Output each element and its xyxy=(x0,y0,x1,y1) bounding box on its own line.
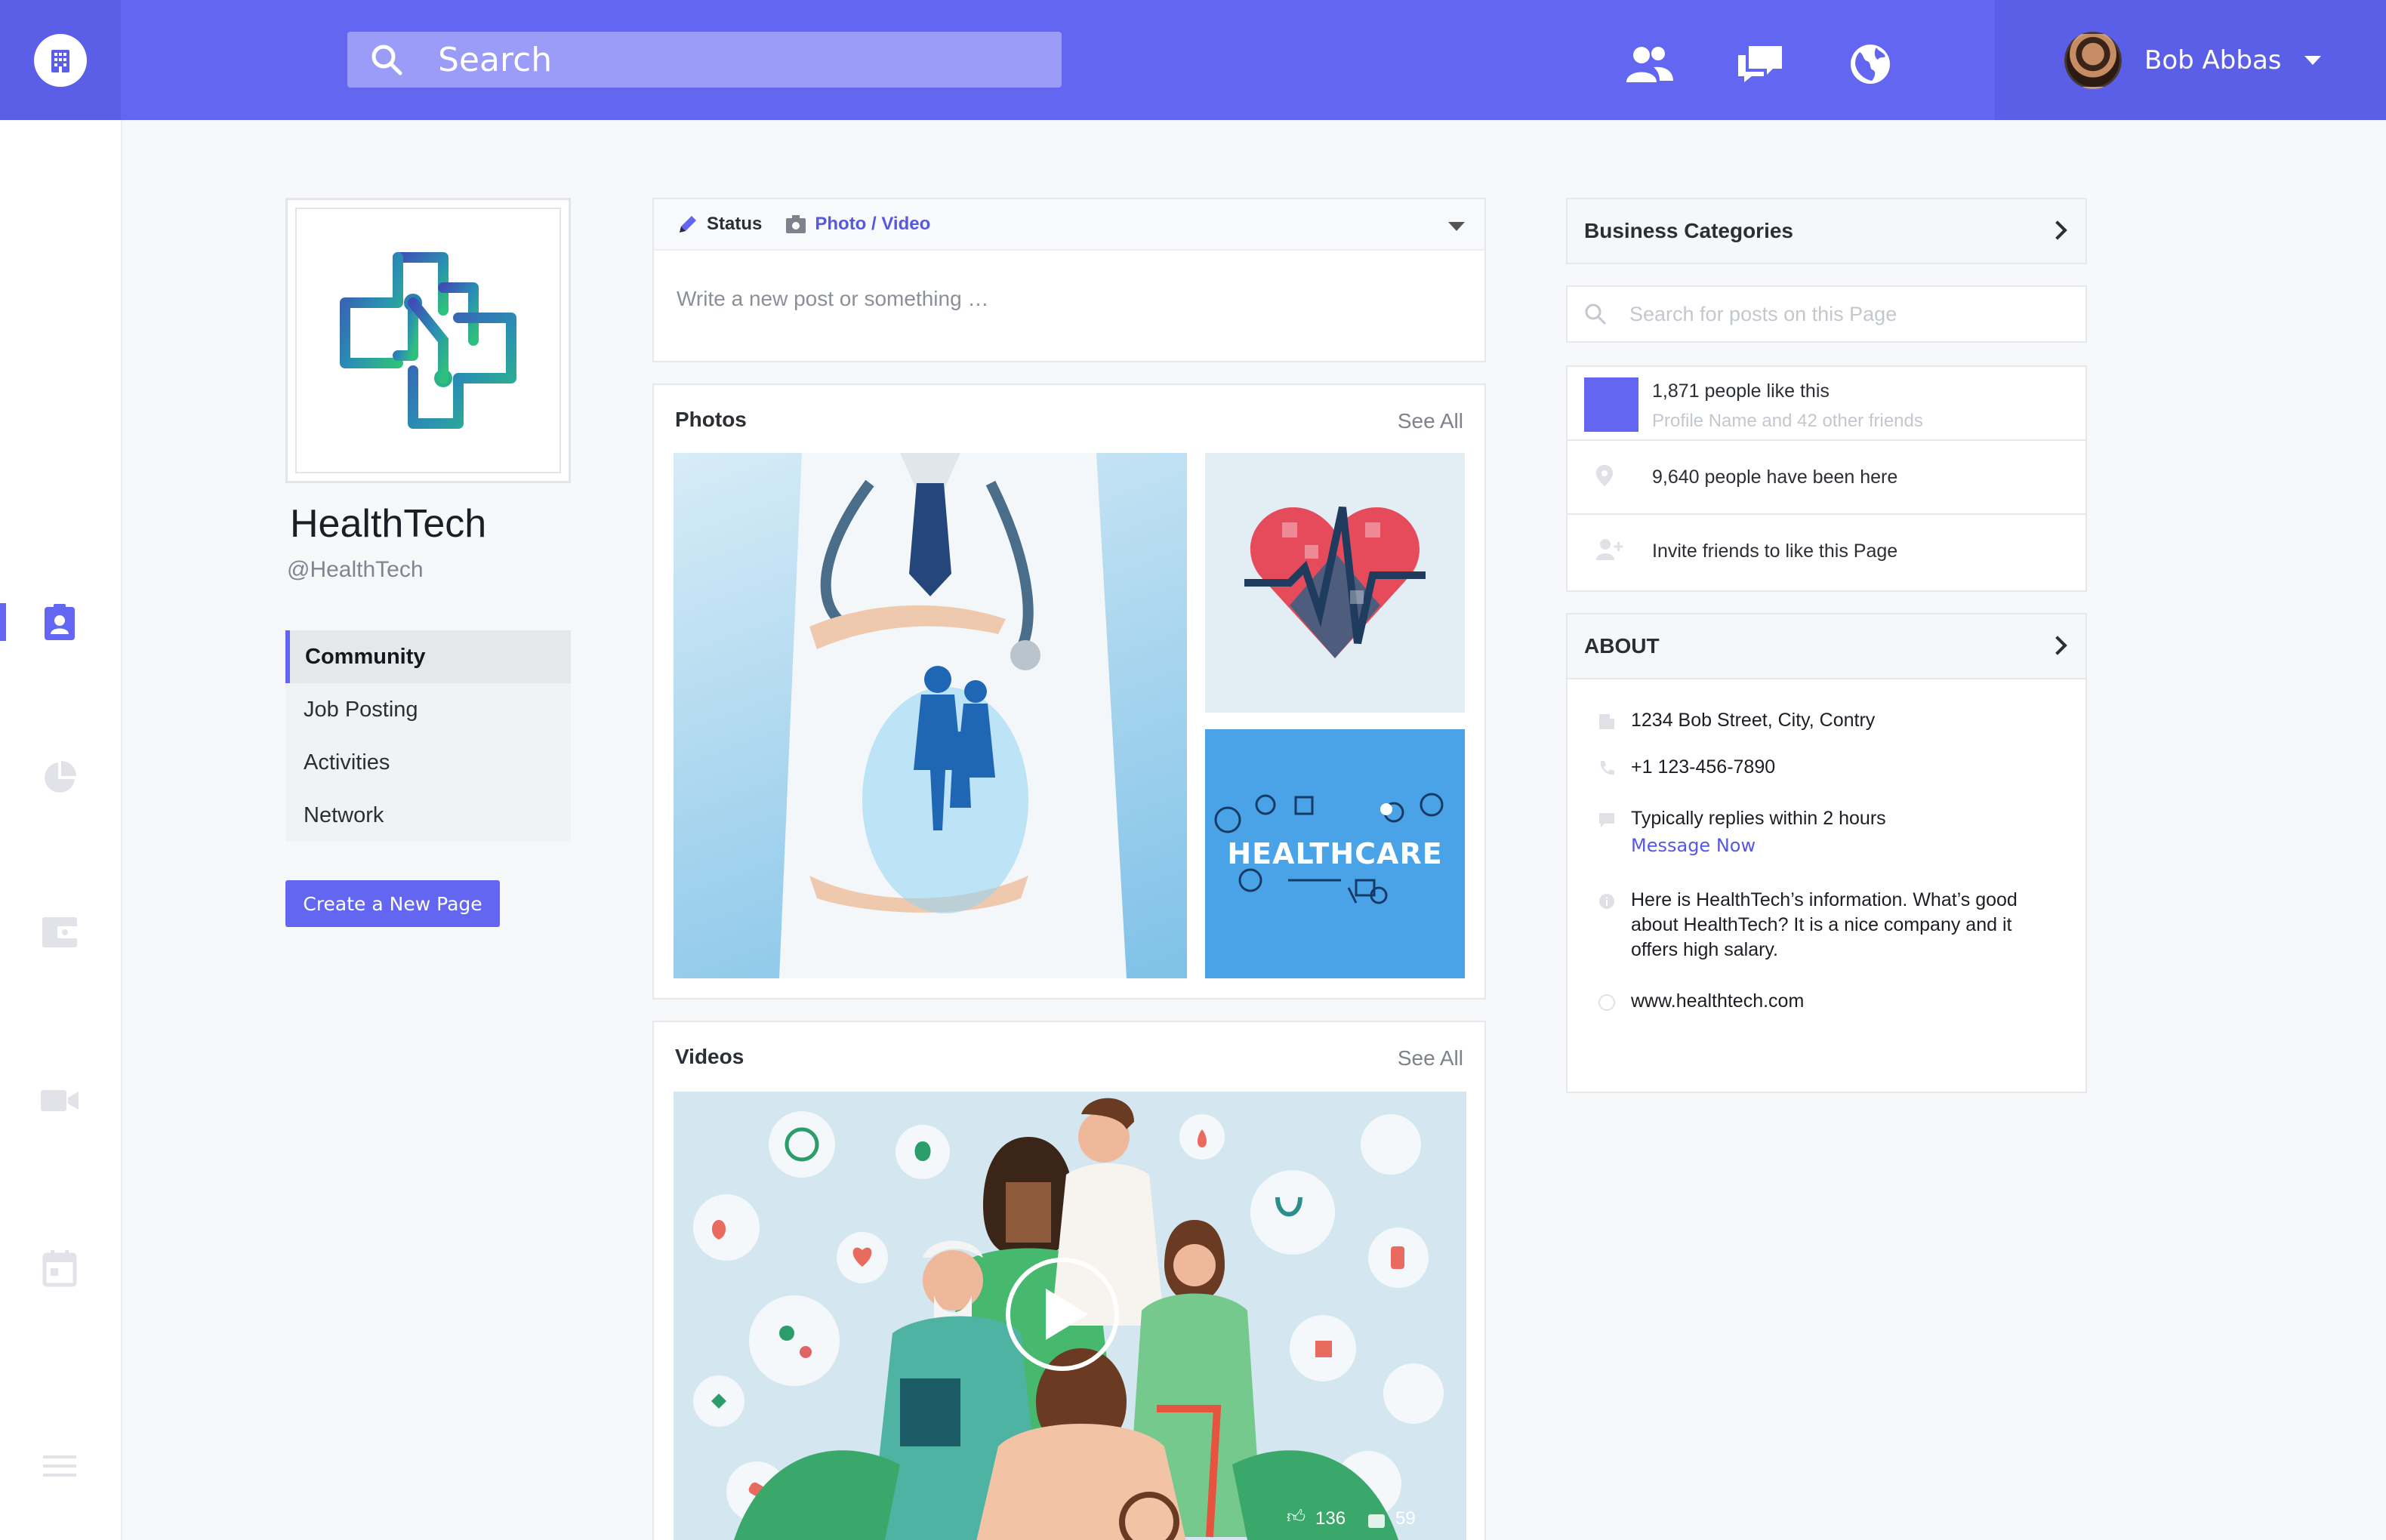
search-icon xyxy=(1585,303,1607,325)
invite-friends-link[interactable]: Invite friends to like this Page xyxy=(1652,541,1897,562)
avatar[interactable] xyxy=(2064,31,2122,89)
pencil-icon xyxy=(680,216,696,233)
menu-icon[interactable] xyxy=(33,1440,86,1492)
photos-see-all-link[interactable]: See All xyxy=(1398,409,1463,433)
page-title: HealthTech xyxy=(290,502,487,546)
location-pin-icon xyxy=(1596,465,1613,486)
phone-icon xyxy=(1600,761,1614,775)
invite-row[interactable]: Invite friends to like this Page xyxy=(1568,515,2085,589)
business-categories-title: Business Categories xyxy=(1584,219,1793,242)
heart-mosaic-photo[interactable] xyxy=(1205,453,1465,713)
reply-time-text: Typically replies within 2 hours xyxy=(1631,808,1886,829)
menu-item-activities[interactable]: Activities xyxy=(285,736,571,789)
videos-see-all-link[interactable]: See All xyxy=(1398,1046,1463,1070)
user-menu[interactable]: Bob Abbas xyxy=(1995,0,2386,120)
post-input[interactable]: Write a new post or something … xyxy=(654,251,1484,311)
user-name[interactable]: Bob Abbas xyxy=(2144,45,2282,75)
wallet-icon[interactable] xyxy=(33,905,86,958)
about-section: ABOUT 1234 Bob Street, City, Contry +1 1… xyxy=(1566,613,2087,1093)
building-icon xyxy=(1599,714,1614,729)
search-bar[interactable]: Search xyxy=(347,32,1062,88)
search-icon xyxy=(371,45,402,75)
left-sidebar xyxy=(0,120,122,1540)
likes-count: 1,871 people like this xyxy=(1652,380,1830,402)
photos-title: Photos xyxy=(675,408,747,431)
messages-icon[interactable] xyxy=(1734,38,1786,91)
menu-item-network[interactable]: Network xyxy=(285,789,571,842)
page-search-field[interactable]: Search for posts on this Page xyxy=(1566,285,2087,343)
active-indicator xyxy=(0,603,6,641)
page-handle: @HealthTech xyxy=(287,557,424,582)
videos-section: Videos See All 👍︎ 136 59 xyxy=(652,1021,1486,1540)
chevron-down-icon[interactable] xyxy=(1448,222,1465,231)
website-row: www.healthtech.com xyxy=(1598,989,1804,1014)
business-categories-header[interactable]: Business Categories xyxy=(1566,198,2087,264)
doctor-photo[interactable] xyxy=(674,453,1187,978)
post-composer: Status Photo / Video Write a new post or… xyxy=(652,198,1486,362)
photo-video-tab[interactable]: Photo / Video xyxy=(815,214,930,235)
photos-section: Photos See All HEALTHCARE xyxy=(652,383,1486,999)
page-menu: Community Job Posting Activities Network xyxy=(285,630,571,842)
globe-icon[interactable] xyxy=(1844,38,1897,91)
profile-picture[interactable] xyxy=(285,198,571,483)
page-stats: 1,871 people like this Profile Name and … xyxy=(1566,365,2087,592)
play-button[interactable] xyxy=(1006,1258,1119,1371)
comment-icon[interactable] xyxy=(1368,1514,1385,1528)
calendar-icon[interactable] xyxy=(33,1242,86,1295)
add-friend-icon xyxy=(1596,539,1623,560)
app-logo[interactable] xyxy=(0,0,121,120)
pie-chart-icon[interactable] xyxy=(33,751,86,804)
video-comments-count: 59 xyxy=(1395,1508,1416,1529)
status-tab[interactable]: Status xyxy=(707,214,762,235)
likes-row[interactable]: 1,871 people like this Profile Name and … xyxy=(1568,367,2085,441)
menu-item-job-posting[interactable]: Job Posting xyxy=(285,683,571,736)
about-title: ABOUT xyxy=(1584,634,1660,658)
phone-row: +1 123-456-7890 xyxy=(1598,755,1775,780)
phone-text: +1 123-456-7890 xyxy=(1631,756,1776,778)
contact-badge-icon[interactable] xyxy=(33,596,86,648)
healthtech-logo xyxy=(340,252,516,429)
message-now-link[interactable]: Message Now xyxy=(1631,835,1756,856)
info-row: Here is HealthTech’s information. What’s… xyxy=(1598,888,2051,962)
search-input[interactable]: Search xyxy=(438,41,552,79)
visits-count: 9,640 people have been here xyxy=(1652,467,1898,488)
chat-bubble-icon xyxy=(1599,813,1614,827)
camera-icon xyxy=(786,215,806,233)
play-icon xyxy=(1046,1289,1088,1340)
chevron-right-icon[interactable] xyxy=(2048,636,2067,655)
top-navigation-bar: Search xyxy=(121,0,1995,120)
address-text: 1234 Bob Street, City, Contry xyxy=(1631,710,1876,731)
chevron-right-icon[interactable] xyxy=(2048,220,2067,240)
thumbs-up-icon[interactable]: 👍︎ xyxy=(1287,1507,1306,1528)
healthcare-infographic-photo[interactable]: HEALTHCARE xyxy=(1205,729,1465,978)
building-icon xyxy=(34,33,87,87)
video-thumbnail[interactable]: 👍︎ 136 59 xyxy=(674,1092,1466,1540)
friends-icon[interactable] xyxy=(1623,38,1676,91)
info-icon xyxy=(1599,894,1614,909)
create-page-button[interactable]: Create a New Page xyxy=(285,880,500,927)
visits-row: 9,640 people have been here xyxy=(1568,441,2085,515)
friends-avatar xyxy=(1584,377,1638,432)
menu-item-community[interactable]: Community xyxy=(285,630,571,683)
healthcare-text: HEALTHCARE xyxy=(1227,837,1443,870)
likes-friends: Profile Name and 42 other friends xyxy=(1652,411,1923,431)
info-text: Here is HealthTech’s information. What’s… xyxy=(1631,889,2018,960)
videos-title: Videos xyxy=(675,1045,744,1068)
video-camera-icon[interactable] xyxy=(33,1074,86,1127)
reply-time-row: Typically replies within 2 hours xyxy=(1598,806,1886,831)
website-link[interactable]: www.healthtech.com xyxy=(1631,989,1804,1014)
chevron-down-icon[interactable] xyxy=(2304,55,2321,65)
address-row: 1234 Bob Street, City, Contry xyxy=(1598,708,1875,733)
about-header[interactable]: ABOUT xyxy=(1568,614,2085,679)
page-search-input[interactable]: Search for posts on this Page xyxy=(1629,303,1897,326)
video-likes-count: 136 xyxy=(1315,1508,1346,1529)
globe-icon xyxy=(1598,994,1615,1011)
